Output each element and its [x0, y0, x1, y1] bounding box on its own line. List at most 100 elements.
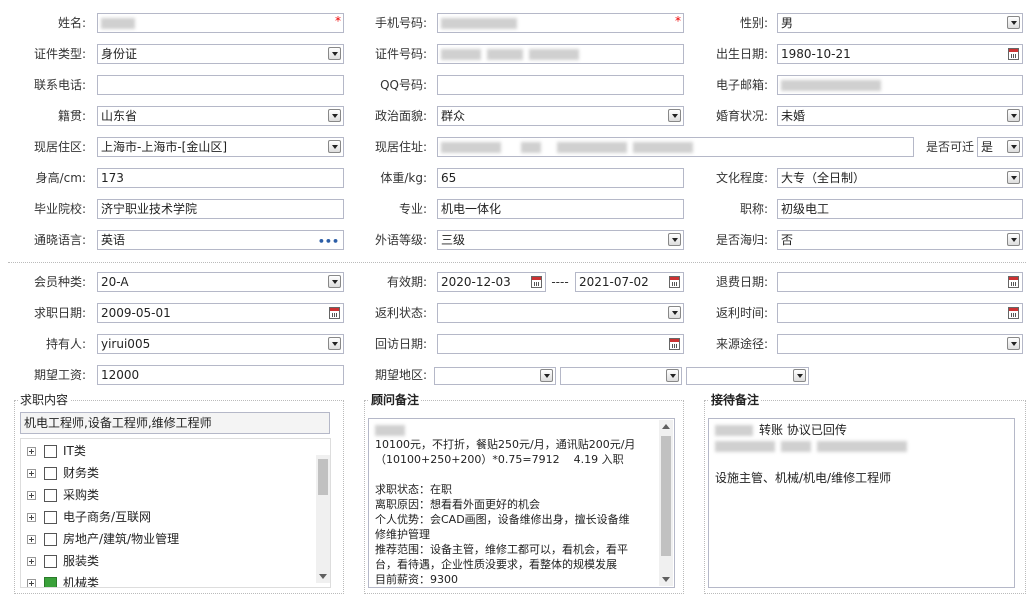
expand-icon[interactable] — [27, 469, 36, 478]
expand-icon[interactable] — [27, 535, 36, 544]
weight-field[interactable]: 65 — [437, 168, 684, 188]
tree-scrollbar[interactable] — [316, 455, 330, 583]
tree-item-machinery[interactable]: 机械类 — [27, 573, 99, 587]
chevron-down-icon[interactable] — [1007, 171, 1020, 184]
edu-select[interactable]: 大专（全日制） — [777, 168, 1023, 188]
chevron-down-icon[interactable] — [1007, 337, 1020, 350]
region-province-select[interactable] — [434, 367, 556, 385]
chevron-down-icon[interactable] — [540, 369, 553, 382]
salary-field[interactable]: 12000 — [97, 365, 344, 385]
tree-item-finance[interactable]: 财务类 — [27, 463, 99, 483]
scroll-down-icon[interactable] — [319, 574, 327, 579]
political-select[interactable]: 群众 — [437, 106, 684, 126]
rebate-status-select[interactable] — [437, 303, 684, 323]
chevron-down-icon[interactable] — [1007, 109, 1020, 122]
checkbox[interactable] — [44, 511, 57, 524]
chevron-down-icon[interactable] — [666, 369, 679, 382]
holder-select[interactable]: yirui005 — [97, 334, 344, 354]
relocate-select[interactable]: 是 — [977, 137, 1023, 157]
chevron-down-icon[interactable] — [793, 369, 806, 382]
calendar-icon[interactable] — [669, 338, 680, 350]
scroll-up-icon[interactable] — [662, 424, 670, 429]
tel-field[interactable] — [97, 75, 344, 95]
rebate-time-field[interactable] — [777, 303, 1023, 323]
scroll-thumb[interactable] — [661, 436, 671, 556]
chevron-down-icon[interactable] — [668, 233, 681, 246]
expand-icon[interactable] — [27, 557, 36, 566]
notes-scrollbar[interactable] — [659, 420, 673, 586]
salary-label: 期望工资: — [33, 368, 86, 382]
chevron-down-icon[interactable] — [1007, 140, 1020, 153]
reception-notes-textarea[interactable]: 转账 协议已回传 设施主管、机械/机电/维修工程师 — [708, 418, 1015, 588]
member-type-select[interactable]: 20-A — [97, 272, 344, 292]
checkbox-checked[interactable] — [44, 577, 57, 587]
scroll-thumb[interactable] — [318, 459, 328, 495]
tree-item-ecommerce[interactable]: 电子商务/互联网 — [27, 507, 151, 527]
consultant-notes-textarea[interactable]: 10100元，不打折，餐贴250元/月，通讯贴200元/月 （10100+250… — [368, 418, 675, 588]
expand-icon[interactable] — [27, 513, 36, 522]
school-field[interactable]: 济宁职业技术学院 — [97, 199, 344, 219]
area-select[interactable]: 上海市-上海市-[金山区] — [97, 137, 344, 157]
chevron-down-icon[interactable] — [1007, 16, 1020, 29]
phone-field[interactable]: * — [437, 13, 684, 33]
weight-value: 65 — [441, 171, 457, 185]
job-content-title: 求职内容 — [18, 393, 71, 407]
jobdate-field[interactable]: 2009-05-01 — [97, 303, 344, 323]
valid-to-field[interactable]: 2021-07-02 — [575, 272, 684, 292]
chevron-down-icon[interactable] — [668, 109, 681, 122]
checkbox[interactable] — [44, 533, 57, 546]
checkbox[interactable] — [44, 489, 57, 502]
major-field[interactable]: 机电一体化 — [437, 199, 684, 219]
langlevel-select[interactable]: 三级 — [437, 230, 684, 250]
chevron-down-icon[interactable] — [328, 337, 341, 350]
tree-item-purchasing[interactable]: 采购类 — [27, 485, 99, 505]
refund-date-field[interactable] — [777, 272, 1023, 292]
qq-field[interactable] — [437, 75, 684, 95]
expand-icon[interactable] — [27, 447, 36, 456]
scroll-down-icon[interactable] — [662, 577, 670, 582]
calendar-icon[interactable] — [1008, 307, 1019, 319]
checkbox[interactable] — [44, 445, 57, 458]
lang-field[interactable]: 英语 ••• — [97, 230, 344, 250]
checkbox[interactable] — [44, 555, 57, 568]
chevron-down-icon[interactable] — [1007, 233, 1020, 246]
tree-item-apparel[interactable]: 服装类 — [27, 551, 99, 571]
region-city-select[interactable] — [560, 367, 682, 385]
title-field[interactable]: 初级电工 — [777, 199, 1023, 219]
expand-icon[interactable] — [27, 579, 36, 587]
chevron-down-icon[interactable] — [328, 109, 341, 122]
calendar-icon[interactable] — [1008, 48, 1019, 60]
name-field[interactable]: * — [97, 13, 344, 33]
email-field[interactable] — [777, 75, 1023, 95]
expand-icon[interactable] — [27, 491, 36, 500]
chevron-down-icon[interactable] — [328, 140, 341, 153]
calendar-icon[interactable] — [1008, 276, 1019, 288]
tree-item-it[interactable]: IT类 — [27, 441, 86, 461]
checkbox[interactable] — [44, 467, 57, 480]
gender-select[interactable]: 男 — [777, 13, 1023, 33]
visit-date-field[interactable] — [437, 334, 684, 354]
notes-line-redacted — [375, 422, 668, 437]
idtype-select[interactable]: 身份证 — [97, 44, 344, 64]
height-field[interactable]: 173 — [97, 168, 344, 188]
marital-select[interactable]: 未婚 — [777, 106, 1023, 126]
overseas-select[interactable]: 否 — [777, 230, 1023, 250]
job-category-tree[interactable]: IT类 财务类 采购类 电子商务/互联网 房地产/建筑/物业管理 服装类 机械类 — [20, 438, 331, 588]
region-district-select[interactable] — [686, 367, 809, 385]
source-select[interactable] — [777, 334, 1023, 354]
chevron-down-icon[interactable] — [328, 275, 341, 288]
address-field[interactable] — [437, 137, 914, 157]
birth-date-field[interactable]: 1980-10-21 — [777, 44, 1023, 64]
valid-from-field[interactable]: 2020-12-03 — [437, 272, 546, 292]
calendar-icon[interactable] — [669, 276, 680, 288]
birth-value: 1980-10-21 — [781, 47, 851, 61]
idnum-field[interactable] — [437, 44, 684, 64]
calendar-icon[interactable] — [531, 276, 542, 288]
chevron-down-icon[interactable] — [328, 47, 341, 60]
origin-select[interactable]: 山东省 — [97, 106, 344, 126]
tree-item-realestate[interactable]: 房地产/建筑/物业管理 — [27, 529, 179, 549]
chevron-down-icon[interactable] — [668, 306, 681, 319]
job-summary-field[interactable]: 机电工程师,设备工程师,维修工程师 — [20, 412, 330, 434]
more-icon[interactable]: ••• — [318, 233, 339, 249]
calendar-icon[interactable] — [329, 307, 340, 319]
